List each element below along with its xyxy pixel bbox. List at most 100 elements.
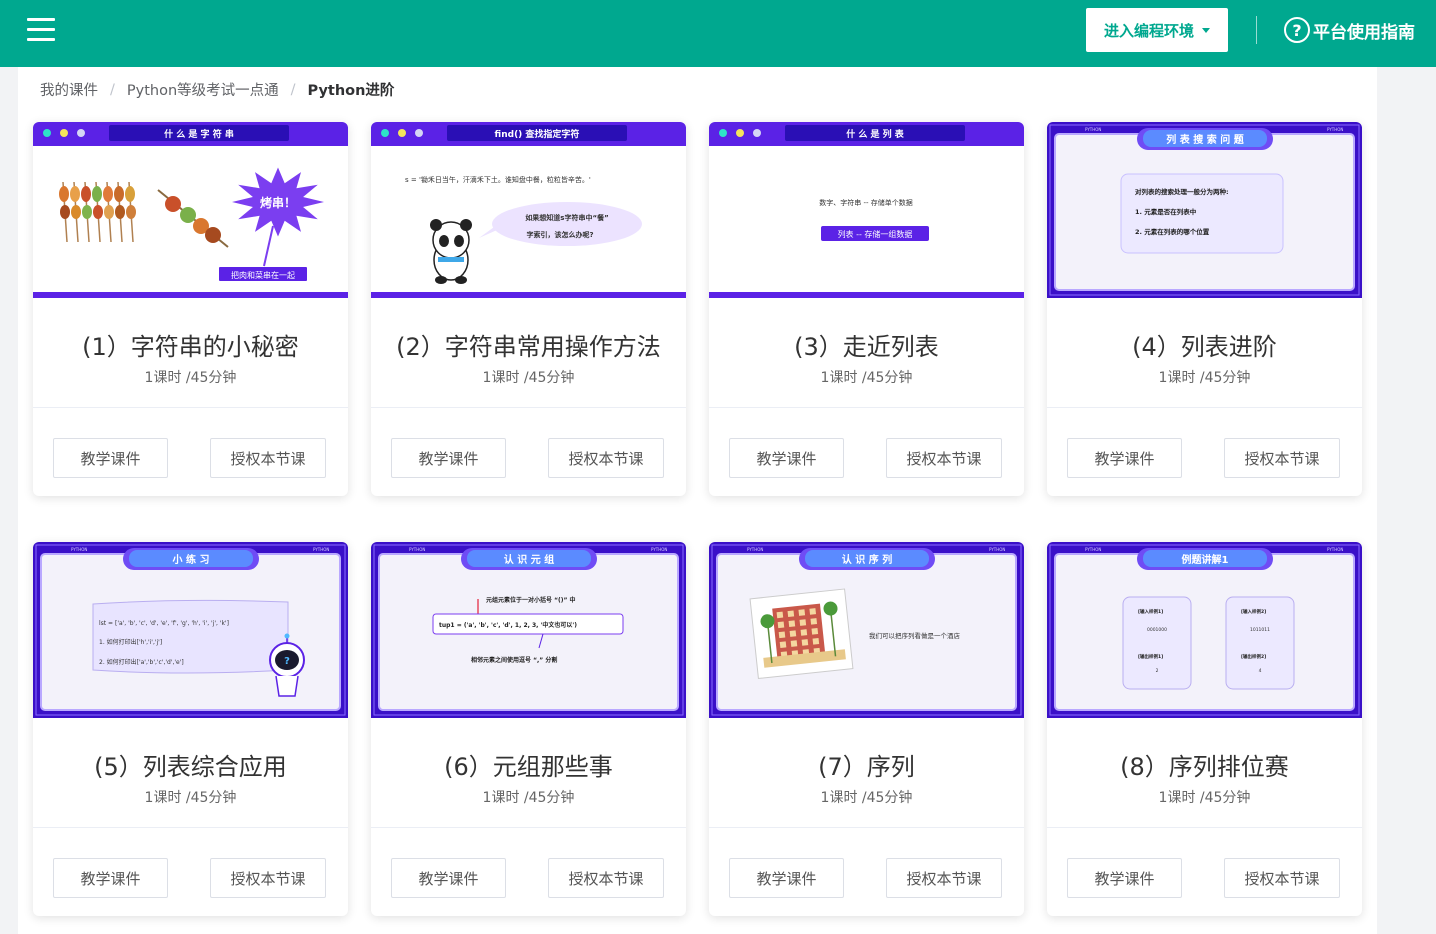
breadcrumb-separator: / <box>110 81 115 98</box>
course-title: (6）元组那些事 <box>444 753 613 781</box>
slide-tag: 把肉和菜串在一起 <box>231 270 295 280</box>
slide-heading: 例题讲解1 <box>1182 553 1229 566</box>
course-duration: 1课时 /45分钟 <box>144 370 237 386</box>
authorize-lesson-button[interactable]: 授权本节课 <box>210 438 326 478</box>
course-thumbnail[interactable]: PYTHON PYTHON 小 练 习 lst = ['a', 'b', 'c', '… <box>33 542 348 718</box>
slide-line: 如果想知道s字符串中“餐” <box>525 213 608 222</box>
course-card[interactable]: find() 查找指定字符 s = '锄禾日当午，汗滴禾下土。谁知盘中餐，粒粒皆辛… <box>371 122 686 496</box>
example-label: [输出样例1] <box>1138 653 1163 660</box>
window-dot-icon <box>77 129 85 137</box>
authorize-lesson-button[interactable]: 授权本节课 <box>886 858 1002 898</box>
example-value: 1011011 <box>1250 627 1270 633</box>
card-divider <box>33 407 348 408</box>
hotel-illustration-icon <box>749 588 854 680</box>
teaching-courseware-button[interactable]: 教学课件 <box>53 858 168 898</box>
authorize-lesson-button[interactable]: 授权本节课 <box>1224 858 1340 898</box>
course-thumbnail[interactable]: 什 么 是 列 表数字、字符串 -- 存储单个数据列表 -- 存储一组数据 <box>709 122 1024 298</box>
slide-line: 元组元素位于一对小括号 “()” 中 <box>486 596 576 604</box>
slide-line: 2. 元素在列表的哪个位置 <box>1135 227 1210 236</box>
course-card[interactable]: PYTHON PYTHON 小 练 习 lst = ['a', 'b', 'c', '… <box>33 542 348 916</box>
slide-line: 数字、字符串 -- 存储单个数据 <box>819 198 913 207</box>
course-thumbnail[interactable]: PYTHON PYTHON 列 表 搜 索 问 题对列表的搜索处理一般分为两种: 1.… <box>1047 122 1362 298</box>
authorize-lesson-button[interactable]: 授权本节课 <box>548 438 664 478</box>
course-thumbnail[interactable]: find() 查找指定字符 s = '锄禾日当午，汗滴禾下土。谁知盘中餐，粒粒皆辛… <box>371 122 686 298</box>
course-duration: 1课时 /45分钟 <box>482 790 575 806</box>
platform-guide-link[interactable]: ? 平台使用指南 <box>1284 17 1415 43</box>
example-label: [输入样例2] <box>1241 608 1266 615</box>
slide-corner-label: PYTHON <box>409 547 425 552</box>
breadcrumb-item-exam-course[interactable]: Python等级考试一点通 <box>127 79 279 100</box>
slide-corner-label: PYTHON <box>1327 127 1343 132</box>
slide-heading: 认 识 元 组 <box>504 553 554 566</box>
breadcrumb-current: Python进阶 <box>307 83 395 99</box>
teaching-courseware-button[interactable]: 教学课件 <box>391 858 506 898</box>
slide-line: 1. 如何打印出['h','i','j'] <box>99 638 162 646</box>
authorize-lesson-button[interactable]: 授权本节课 <box>210 858 326 898</box>
authorize-lesson-button[interactable]: 授权本节课 <box>548 858 664 898</box>
course-card[interactable]: 什 么 是 字 符 串烤串！ 把肉和菜串在一起 (1）字符串的小秘密 1课时 /45分… <box>33 122 348 496</box>
window-dot-icon <box>753 129 761 137</box>
course-card[interactable]: PYTHON PYTHON 认 识 序 列我们可以把序列看做是一个酒店 (7）序列 1课… <box>709 542 1024 916</box>
example-value: 0001000 <box>1147 627 1167 633</box>
slide-line: 1. 元素是否在列表中 <box>1135 207 1196 216</box>
course-title: (8）序列排位赛 <box>1120 753 1289 781</box>
slide-corner-label: PYTHON <box>747 547 763 552</box>
authorize-lesson-button[interactable]: 授权本节课 <box>886 438 1002 478</box>
window-dot-icon <box>736 129 744 137</box>
teaching-courseware-button[interactable]: 教学课件 <box>53 438 168 478</box>
card-divider <box>1047 827 1362 828</box>
teaching-courseware-button[interactable]: 教学课件 <box>1067 858 1182 898</box>
slide-line: 我们可以把序列看做是一个酒店 <box>869 631 961 640</box>
course-card[interactable]: 什 么 是 列 表数字、字符串 -- 存储单个数据 列表 -- 存储一组数据 (3）… <box>709 122 1024 496</box>
slide-corner-label: PYTHON <box>71 547 87 552</box>
card-divider <box>709 407 1024 408</box>
slide-line: tup1 = ('a', 'b', 'c', 'd', 1, 2, 3, '中文… <box>439 621 577 629</box>
course-duration: 1课时 /45分钟 <box>820 370 913 386</box>
course-title: (7）序列 <box>818 753 915 781</box>
example-label: [输出样例2] <box>1241 653 1266 660</box>
slide-corner-label: PYTHON <box>1085 547 1101 552</box>
breadcrumb: 我的课件 / Python等级考试一点通 / Python进阶 <box>40 79 394 100</box>
card-divider <box>1047 407 1362 408</box>
top-bar: 进入编程环境 ? 平台使用指南 <box>0 0 1436 67</box>
teaching-courseware-button[interactable]: 教学课件 <box>729 438 844 478</box>
course-thumbnail[interactable]: PYTHON PYTHON 认 识 序 列我们可以把序列看做是一个酒店 <box>709 542 1024 718</box>
header-divider <box>1256 16 1257 44</box>
authorize-lesson-button[interactable]: 授权本节课 <box>1224 438 1340 478</box>
course-duration: 1课时 /45分钟 <box>1158 370 1251 386</box>
teaching-courseware-button[interactable]: 教学课件 <box>729 858 844 898</box>
course-card[interactable]: PYTHON PYTHON 列 表 搜 索 问 题对列表的搜索处理一般分为两种: 1.… <box>1047 122 1362 496</box>
enter-coding-environment-label: 进入编程环境 <box>1103 21 1194 40</box>
course-title: (5）列表综合应用 <box>94 753 287 781</box>
enter-coding-environment-button[interactable]: 进入编程环境 <box>1086 8 1228 52</box>
window-dot-icon <box>60 129 68 137</box>
example-label: [输入样例1] <box>1138 608 1163 615</box>
window-dot-icon <box>415 129 423 137</box>
course-title: (1）字符串的小秘密 <box>82 333 299 361</box>
window-dot-icon <box>719 129 727 137</box>
window-dot-icon <box>398 129 406 137</box>
card-divider <box>371 827 686 828</box>
breadcrumb-separator: / <box>290 81 296 98</box>
course-card[interactable]: PYTHON PYTHON 认 识 元 组元组元素位于一对小括号 “()” 中 tup… <box>371 542 686 916</box>
slide-corner-label: PYTHON <box>313 547 329 552</box>
course-title: (4）列表进阶 <box>1132 333 1277 361</box>
slide-corner-label: PYTHON <box>651 547 667 552</box>
teaching-courseware-button[interactable]: 教学课件 <box>391 438 506 478</box>
slide-line: 相邻元素之间使用逗号 “,” 分割 <box>471 656 557 664</box>
example-value: 4 <box>1259 668 1262 674</box>
teaching-courseware-button[interactable]: 教学课件 <box>1067 438 1182 478</box>
window-dot-icon <box>381 129 389 137</box>
breadcrumb-item-my-courseware[interactable]: 我的课件 <box>40 79 98 100</box>
slide-corner-label: PYTHON <box>989 547 1005 552</box>
menu-icon[interactable] <box>27 18 55 42</box>
slide-heading: 认 识 序 列 <box>842 553 892 566</box>
course-thumbnail[interactable]: 什 么 是 字 符 串烤串！ 把肉和菜串在一起 <box>33 122 348 298</box>
card-divider <box>709 827 1024 828</box>
course-card[interactable]: PYTHON PYTHON 例题讲解1 [输入样例1] 0001000 [输出样例1] 2 [… <box>1047 542 1362 916</box>
slide-corner-label: PYTHON <box>1327 547 1343 552</box>
slide-heading: find() 查找指定字符 <box>495 128 580 140</box>
slide-tag: 列表 -- 存储一组数据 <box>838 229 913 239</box>
course-thumbnail[interactable]: PYTHON PYTHON 认 识 元 组元组元素位于一对小括号 “()” 中 tup… <box>371 542 686 718</box>
course-thumbnail[interactable]: PYTHON PYTHON 例题讲解1 [输入样例1] 0001000 [输出样例1] 2 [… <box>1047 542 1362 718</box>
